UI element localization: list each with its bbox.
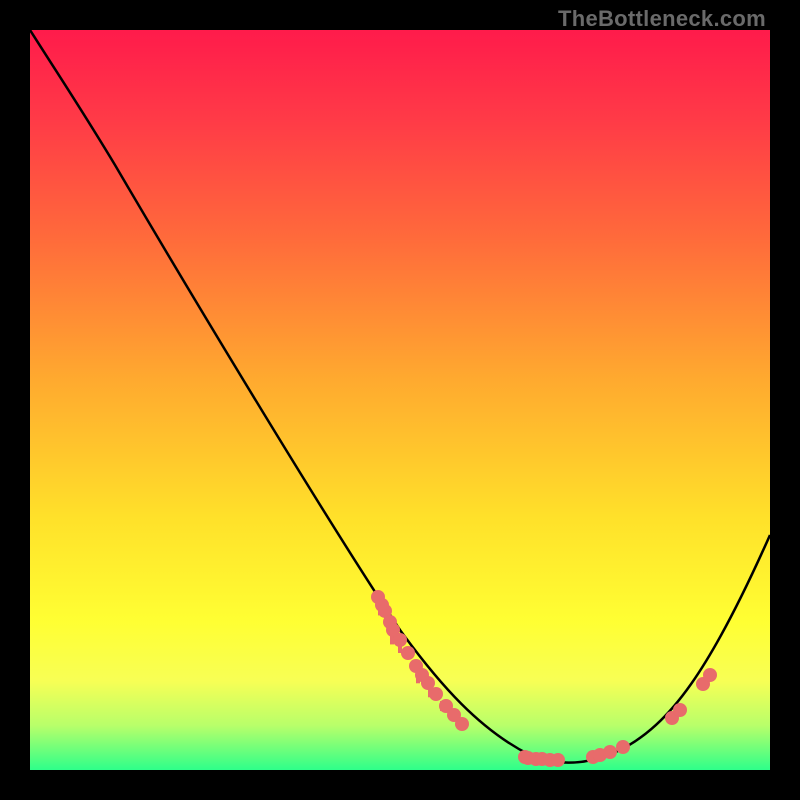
data-point — [429, 687, 443, 701]
point-group — [371, 590, 717, 767]
data-point — [393, 633, 407, 647]
data-point — [551, 753, 565, 767]
data-point — [455, 717, 469, 731]
data-point — [616, 740, 630, 754]
chart-frame — [30, 30, 770, 770]
watermark-text: TheBottleneck.com — [558, 6, 766, 32]
data-point — [703, 668, 717, 682]
data-point — [673, 703, 687, 717]
chart-svg — [30, 30, 770, 770]
data-point — [401, 646, 415, 660]
data-point — [603, 745, 617, 759]
